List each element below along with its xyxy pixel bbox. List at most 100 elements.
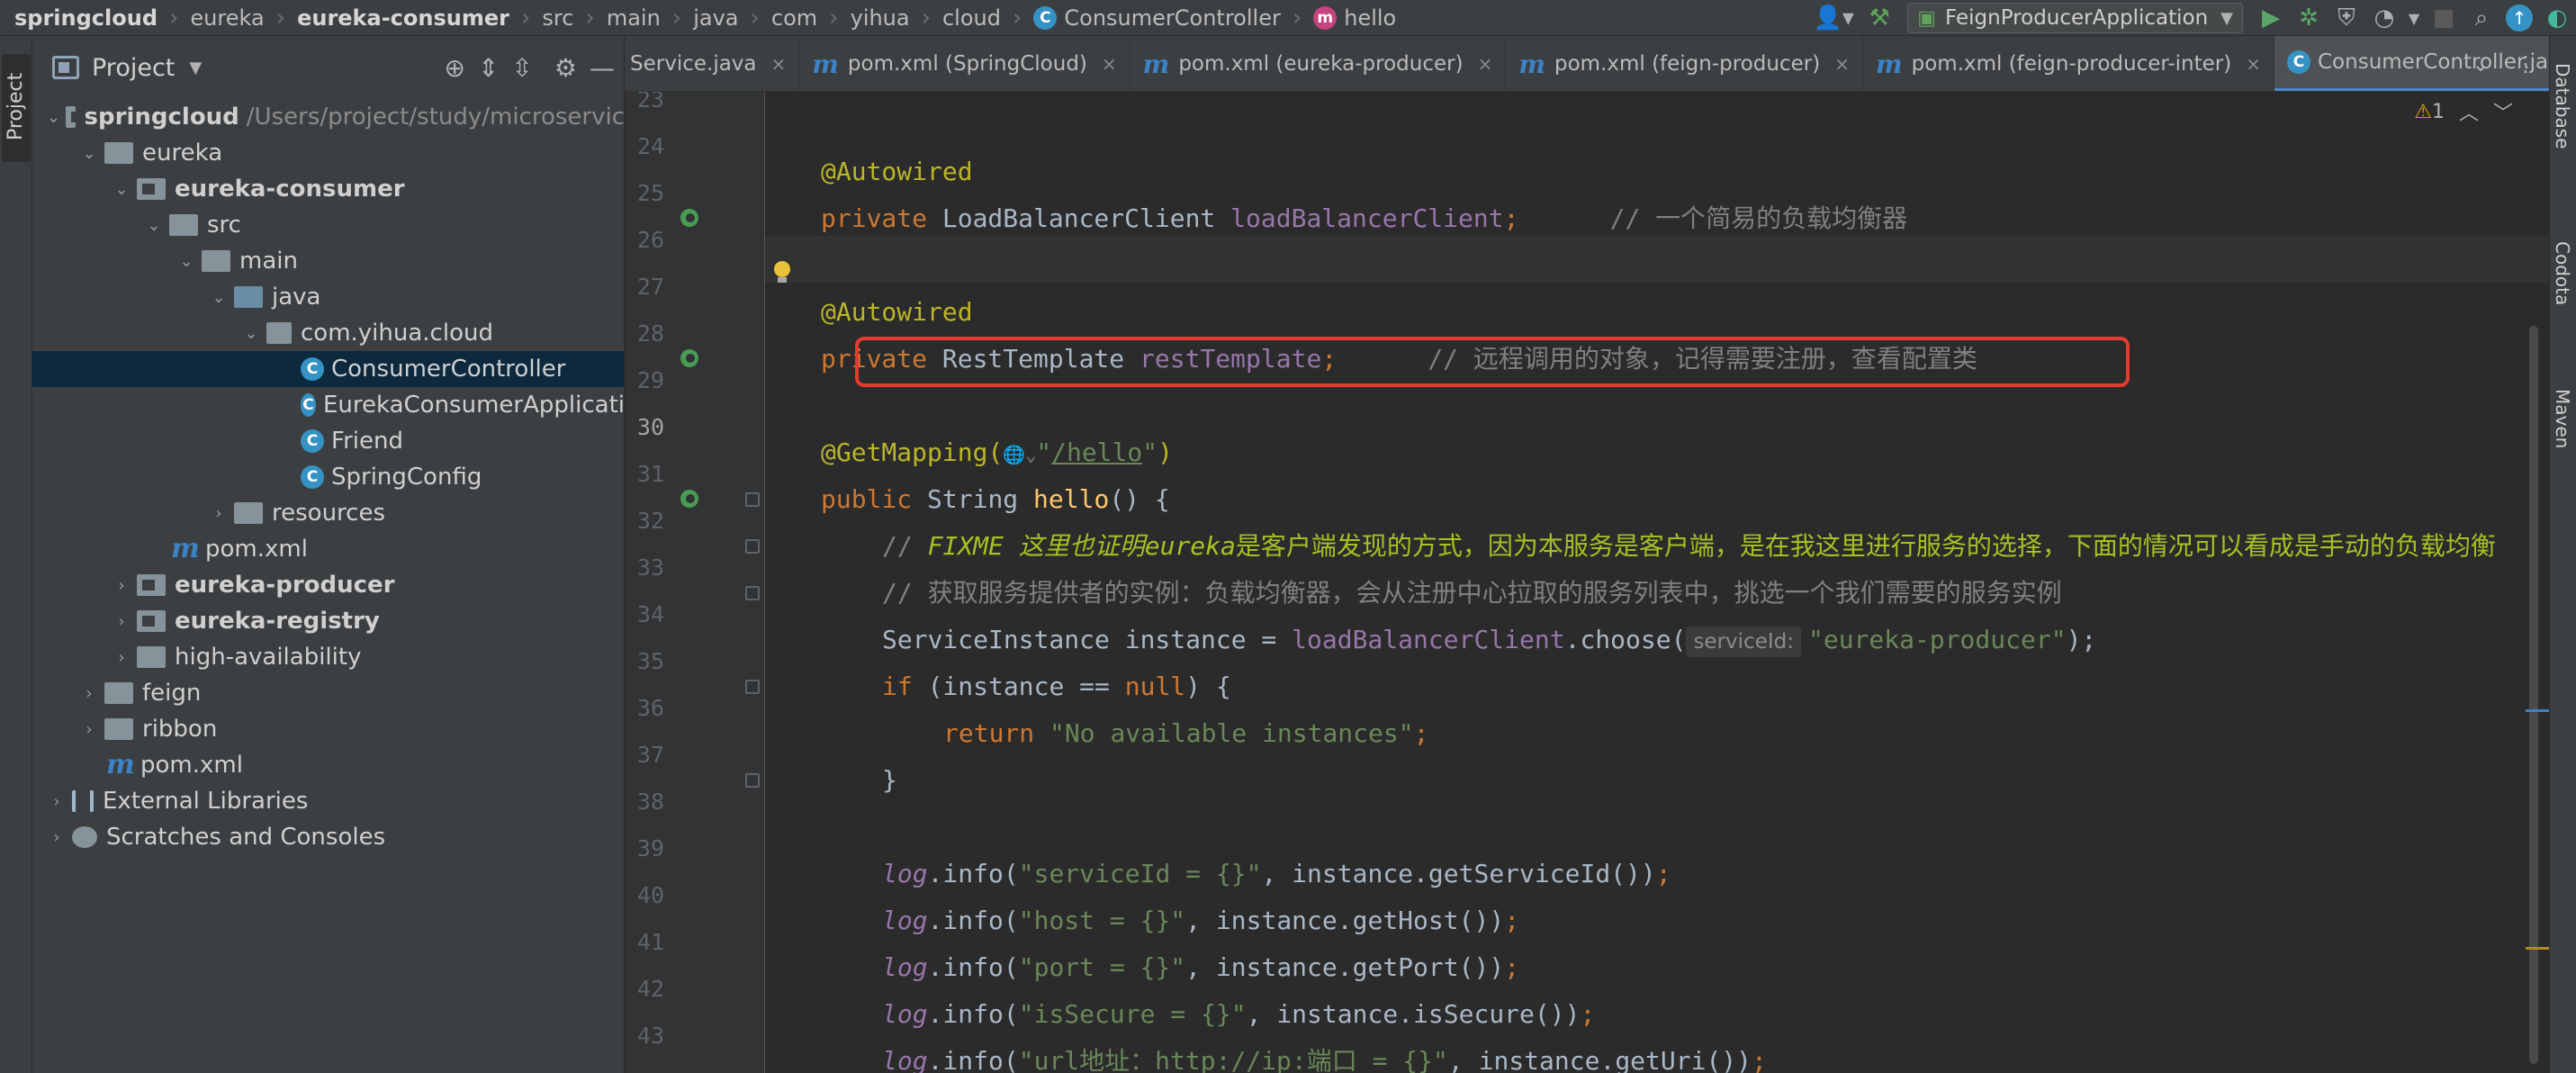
fold-marker-icon[interactable] [745,492,760,507]
web-endpoint-icon[interactable]: 🌐⌄ [1003,444,1036,465]
tab-pom-springcloud[interactable]: m pom.xml (SpringCloud) × [799,36,1130,91]
scroll-marker[interactable] [2526,947,2549,950]
breadcrumb-item[interactable]: eureka-consumer [297,0,509,36]
tree-item-eureka-consumer[interactable]: ⌄ eureka-consumer [32,171,624,207]
chevron-down-icon[interactable]: ⌄ [241,324,261,343]
chevron-right-icon[interactable]: › [47,792,67,811]
database-tool-button[interactable]: Database [2552,63,2573,149]
bean-injection-gutter-icon[interactable] [680,349,698,367]
profile-icon[interactable]: ◔ [2365,0,2403,36]
breadcrumb-item[interactable]: main [607,0,661,36]
chevron-right-icon[interactable]: › [112,612,131,631]
tree-item-main[interactable]: ⌄ main [32,243,624,279]
codota-tool-button[interactable]: Codota [2552,241,2573,305]
gear-icon[interactable]: ⚙ [554,53,577,83]
update-icon[interactable]: ↑ [2500,0,2538,36]
project-panel-title[interactable]: Project [92,54,175,82]
fold-marker-icon[interactable] [745,773,760,788]
close-icon[interactable]: × [1834,53,1850,75]
breadcrumb-item[interactable]: eureka [190,0,264,36]
tree-item-ribbon[interactable]: › ribbon [32,711,624,747]
intention-bulb-icon[interactable] [772,261,792,286]
fold-marker-icon[interactable] [745,586,760,600]
tab-pom-feign-producer-inter[interactable]: m pom.xml (feign-producer-inter) × [1863,36,2274,91]
breadcrumb-item[interactable]: yihua [851,0,910,36]
code-editor[interactable]: 23 24 25 26 27 28 29 30 31 32 33 34 35 3… [625,92,2549,1073]
tab-pom-feign-producer[interactable]: m pom.xml (feign-producer) × [1506,36,1863,91]
tree-item-eureka[interactable]: ⌄ eureka [32,135,624,171]
hide-icon[interactable]: — [590,53,615,83]
chevron-down-icon[interactable]: ⌄ [112,180,131,199]
run-configuration-select[interactable]: ▣ FeignProducerApplication ▼ [1907,3,2243,33]
chevron-right-icon[interactable]: › [112,576,131,595]
bean-injection-gutter-icon[interactable] [680,209,698,227]
chevron-down-icon[interactable]: ▼ [189,59,202,77]
build-hammer-icon[interactable]: ⚒ [1860,0,1898,36]
more-run-options-icon[interactable]: ▼ [2403,0,2425,36]
vertical-scrollbar[interactable] [2529,326,2538,1064]
tree-item-friend[interactable]: C Friend [32,423,624,459]
search-icon[interactable]: ⌕ [2463,0,2500,36]
chevron-down-icon[interactable]: ﹀ [2493,97,2513,126]
run-icon[interactable]: ▶ [2252,0,2290,36]
tree-item-src[interactable]: ⌄ src [32,207,624,243]
breadcrumb-method[interactable]: m hello [1313,0,1396,36]
fold-marker-icon[interactable] [745,680,760,694]
tree-item-root-pom[interactable]: m pom.xml [32,747,624,783]
tree-item-external-libraries[interactable]: › External Libraries [32,783,624,819]
request-mapping-gutter-icon[interactable] [680,490,698,508]
tab-service-java[interactable]: Service.java × [625,36,800,91]
chevron-right-icon[interactable]: › [47,828,67,847]
close-icon[interactable]: × [771,53,787,75]
chevron-right-icon[interactable]: › [112,648,131,667]
collapse-all-icon[interactable]: ⇳ [511,53,532,83]
scroll-marker[interactable] [2526,709,2549,712]
tree-item-pom[interactable]: m pom.xml [32,531,624,567]
expand-all-icon[interactable]: ⇕ [478,53,499,83]
chevron-down-icon[interactable]: ⌄ [47,108,60,127]
close-icon[interactable]: × [2246,53,2261,75]
tree-item-eurekaconsumerapplication[interactable]: C EurekaConsumerApplicati [32,387,624,423]
tree-item-springcloud[interactable]: ⌄ springcloud/Users/project/study/microse… [32,99,624,135]
locate-icon[interactable]: ⊕ [444,53,464,83]
debug-icon[interactable]: ✲ [2290,0,2328,36]
tree-item-resources[interactable]: › resources [32,495,624,531]
fold-marker-icon[interactable] [745,539,760,554]
chevron-down-icon[interactable]: ⌄ [79,144,99,163]
endpoint-link[interactable]: /hello [1051,437,1142,467]
breadcrumb-item[interactable]: com [771,0,817,36]
tree-item-feign[interactable]: › feign [32,675,624,711]
project-tool-button[interactable]: Project [2,54,31,162]
plugin-icon[interactable]: ◐ [2538,0,2576,36]
breadcrumb-item[interactable]: src [542,0,573,36]
tree-item-consumercontroller[interactable]: C ConsumerController [32,351,624,387]
chevron-down-icon[interactable]: ⌄ [144,216,164,235]
warning-indicator[interactable]: ⚠1 [2414,101,2445,123]
tree-item-package[interactable]: ⌄ com.yihua.cloud [32,315,624,351]
breadcrumb-class[interactable]: C ConsumerController [1033,0,1281,36]
stop-icon[interactable]: ■ [2425,0,2463,36]
more-icon[interactable]: ⋮ [2515,51,2536,77]
coverage-icon[interactable]: ⛨ [2328,0,2365,36]
chevron-up-icon[interactable]: ︿ [2459,97,2479,126]
user-icon[interactable]: 👤▾ [1806,0,1860,36]
tree-item-java[interactable]: ⌄ java [32,279,624,315]
tree-item-eureka-registry[interactable]: › eureka-registry [32,603,624,639]
chevron-down-icon[interactable]: ⌄ [209,288,229,307]
tree-item-scratches[interactable]: › Scratches and Consoles [32,819,624,855]
breadcrumb-item[interactable]: cloud [942,0,1001,36]
tree-item-eureka-producer[interactable]: › eureka-producer [32,567,624,603]
breadcrumb-item[interactable]: springcloud [14,0,158,36]
inspection-widget[interactable]: ⚠1 ︿ ﹀ [2414,97,2513,126]
chevron-down-icon[interactable]: ⌄ [176,252,196,271]
maven-tool-button[interactable]: Maven [2552,389,2573,448]
close-icon[interactable]: × [1102,53,1117,75]
chevron-right-icon[interactable]: › [209,504,229,523]
chevron-right-icon[interactable]: › [79,720,99,739]
close-icon[interactable]: × [1478,53,1493,75]
chevron-down-icon[interactable]: ⌄ [2472,51,2490,77]
tab-pom-eureka-producer[interactable]: m pom.xml (eureka-producer) × [1130,36,1507,91]
tree-item-springconfig[interactable]: C SpringConfig [32,459,624,495]
tree-item-high-availability[interactable]: › high-availability [32,639,624,675]
chevron-right-icon[interactable]: › [79,684,99,703]
